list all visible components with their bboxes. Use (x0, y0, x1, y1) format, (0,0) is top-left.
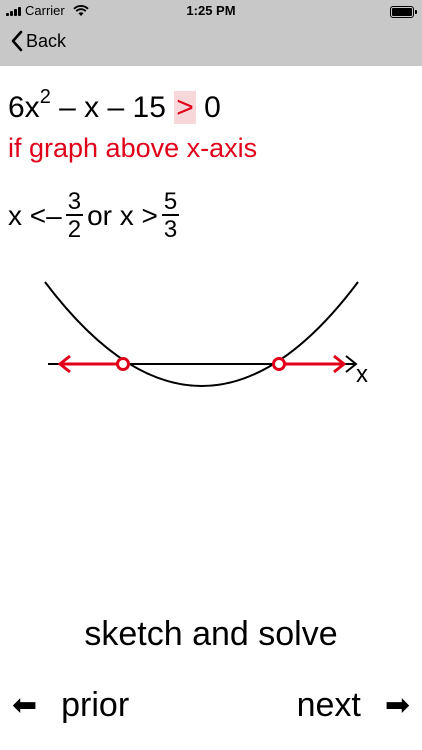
battery-icon (390, 6, 417, 18)
x-axis-label: x (356, 361, 368, 388)
condition-text: if graph above x-axis (8, 133, 258, 163)
solution-or: or x > (87, 200, 158, 231)
equation-term: 6x (8, 91, 40, 124)
next-label: next (296, 686, 361, 724)
fraction-denominator: 2 (67, 216, 82, 243)
open-point-left (116, 357, 130, 371)
chevron-left-icon (11, 30, 23, 52)
solution-negative: – (46, 200, 62, 231)
equation-exponent: 2 (39, 86, 51, 108)
navigation-bar: Back (0, 22, 422, 66)
status-time: 1:25 PM (186, 3, 236, 18)
arrow-left-icon: ⬅ (12, 689, 38, 722)
equation-end: 0 (195, 91, 221, 124)
back-label: Back (26, 30, 67, 51)
arrow-right-icon: ➡ (384, 689, 410, 722)
next-button[interactable]: next ➡ (297, 686, 410, 725)
open-point-right (272, 357, 286, 371)
prior-label: prior (61, 686, 130, 724)
fraction-numerator: 3 (65, 188, 84, 216)
solution: x < – 3 2 or x > 5 3 (8, 190, 183, 242)
inequality-operator: > (174, 91, 196, 124)
back-button[interactable]: Back (10, 30, 66, 52)
prior-button[interactable]: ⬅ prior (12, 686, 129, 725)
parabola-curve (44, 281, 359, 387)
status-bar: Carrier 1:25 PM (0, 0, 422, 22)
fraction-denominator: 3 (163, 216, 178, 243)
equation-rest: – x – 15 (50, 91, 175, 124)
fraction-numerator: 5 (161, 188, 180, 216)
solution-part1: x < (8, 200, 47, 231)
instruction-title: sketch and solve (84, 615, 338, 653)
fraction-three-halves: 3 2 (65, 188, 84, 243)
parabola-graph: x (44, 281, 368, 388)
fraction-five-thirds: 5 3 (161, 188, 180, 243)
inequality-equation: 6x2 – x – 15 > 0 (8, 86, 221, 125)
